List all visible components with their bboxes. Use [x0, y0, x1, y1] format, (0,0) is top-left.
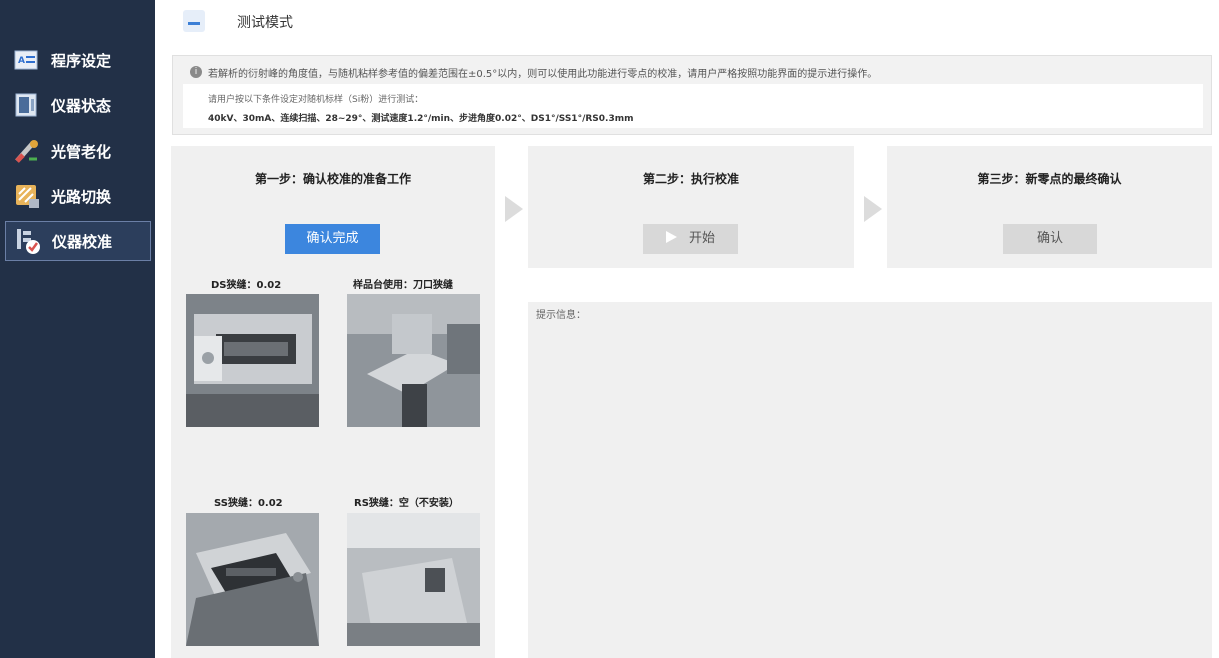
sidebar-item-label: 光路切换 — [51, 187, 112, 206]
sidebar-item-tube-aging[interactable]: 光管老化 — [5, 131, 151, 171]
sidebar-item-label: 程序设定 — [51, 51, 112, 70]
knife-edge-slit-photo — [347, 294, 480, 427]
ds-slit-photo — [186, 294, 319, 427]
sidebar-item-calibration[interactable]: 仪器校准 — [5, 221, 151, 261]
test-params-values: 40kV、30mA、连续扫描、28~29°、测试速度1.2°/min、步进角度0… — [208, 114, 634, 124]
step-2-card: 第二步：执行校准 开始 — [528, 146, 854, 268]
start-button[interactable]: 开始 — [643, 224, 738, 254]
svg-text:A: A — [18, 56, 25, 66]
sidebar-item-label: 光管老化 — [51, 142, 112, 161]
step-2-title: 第二步：执行校准 — [642, 172, 739, 186]
hint-panel: 提示信息： — [528, 302, 1212, 658]
test-params-instruction: 请用户按以下条件设定对随机标样（Si粉）进行测试： — [208, 95, 424, 105]
confirm-done-button[interactable]: 确认完成 — [285, 224, 380, 254]
notice-text: 若解析的衍射峰的角度值，与随机粘样参考值的偏差范围在±0.5°以内，则可以使用此… — [208, 69, 878, 80]
step-1-title: 第一步：确认校准的准备工作 — [254, 172, 411, 186]
rs-slit-photo — [347, 513, 480, 646]
photo-caption-ss: SS狭缝：0.02 — [214, 498, 283, 509]
ss-slit-photo — [186, 513, 319, 646]
photo-caption-sample-stage: 样品台使用：刀口狭缝 — [353, 280, 453, 291]
step-3-title: 第三步：新零点的最终确认 — [977, 172, 1122, 186]
confirm-button[interactable]: 确认 — [1003, 224, 1097, 254]
switch-icon — [13, 182, 41, 210]
tube-icon — [13, 137, 41, 165]
sidebar-item-label: 仪器状态 — [51, 96, 112, 115]
sidebar-item-path-switch[interactable]: 光路切换 — [5, 176, 151, 216]
program-icon: A — [13, 46, 41, 74]
notice-panel: i 若解析的衍射峰的角度值，与随机粘样参考值的偏差范围在±0.5°以内，则可以使… — [172, 55, 1212, 135]
status-icon — [13, 91, 41, 119]
sidebar: A 程序设定 仪器状态 光管老化 光路切换 仪器校准 — [0, 0, 155, 658]
step-arrow-icon — [505, 196, 523, 222]
sidebar-item-status[interactable]: 仪器状态 — [5, 85, 151, 125]
start-button-label: 开始 — [688, 231, 715, 246]
step-1-card: 第一步：确认校准的准备工作 确认完成 DS狭缝：0.02 样品台使用：刀口狭缝 … — [171, 146, 495, 658]
photo-caption-rs: RS狭缝：空（不安装） — [354, 498, 459, 509]
play-icon — [665, 231, 677, 243]
hint-label: 提示信息： — [536, 310, 586, 321]
header: 测试模式 — [155, 0, 1219, 45]
page-title: 测试模式 — [237, 15, 293, 31]
calibration-icon — [14, 227, 42, 255]
test-params-box: 请用户按以下条件设定对随机标样（Si粉）进行测试： 40kV、30mA、连续扫描… — [183, 84, 1203, 128]
sidebar-item-label: 仪器校准 — [52, 232, 113, 251]
info-icon: i — [190, 66, 202, 78]
step-3-card: 第三步：新零点的最终确认 确认 — [887, 146, 1212, 268]
sidebar-item-program[interactable]: A 程序设定 — [5, 40, 151, 80]
photo-caption-ds: DS狭缝：0.02 — [211, 280, 282, 291]
mode-icon — [183, 10, 205, 32]
step-arrow-icon — [864, 196, 882, 222]
